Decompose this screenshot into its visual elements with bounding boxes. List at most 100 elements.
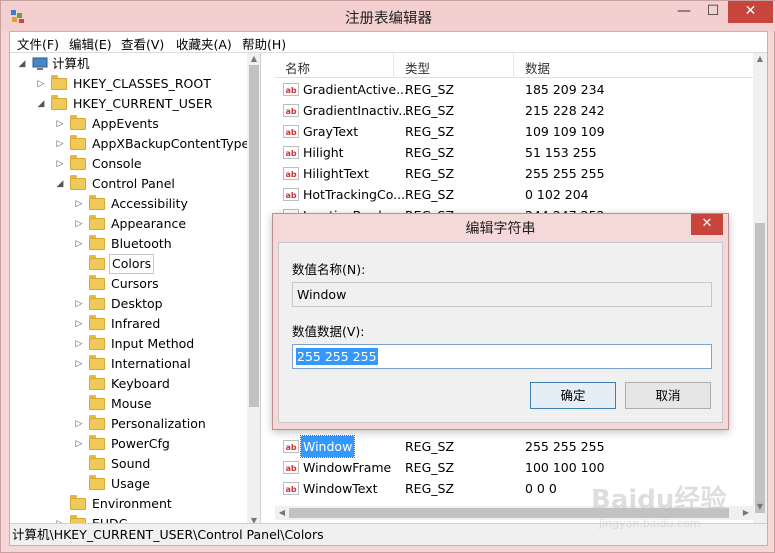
tree-label: AppXBackupContentType [92,136,250,151]
tree-label-selected: Colors [109,254,155,274]
menu-edit[interactable]: 编辑(E) [65,34,116,53]
collapsed-arrow-icon[interactable]: ▷ [73,414,85,434]
value-name: WindowFrame [303,460,392,475]
value-name: HilightText [303,166,369,181]
list-row[interactable]: ab Hilight REG_SZ 51 153 255 [275,142,753,163]
collapsed-arrow-icon[interactable]: ▷ [73,314,85,334]
value-data: 109 109 109 [525,124,605,139]
watermark-text: Baidu经验 [591,485,727,515]
list-row[interactable]: ab GradientInactiv... REG_SZ 215 228 242 [275,100,753,121]
tree-label: Control Panel [92,176,175,191]
value-type: REG_SZ [405,82,455,97]
value-data: 0 0 0 [525,481,557,496]
tree-label: Infrared [111,316,161,331]
value-data-text: 255 255 255 [296,348,378,365]
column-divider[interactable] [393,53,394,78]
tree-label: International [111,356,191,371]
string-value-icon: ab [283,83,299,96]
maximize-button[interactable]: ☐ [699,1,727,23]
collapsed-arrow-icon[interactable]: ▷ [73,214,85,234]
folder-icon [70,155,86,170]
collapsed-arrow-icon[interactable]: ▷ [54,154,66,174]
list-scroll-thumb[interactable] [755,223,765,513]
registry-tree[interactable]: ◢ 计算机 ▷ HKEY_CLASSES_ROOT ◢ HKEY_CURRENT… [10,53,261,527]
menu-view[interactable]: 查看(V) [117,34,168,53]
tree-scroll-thumb[interactable] [249,65,259,407]
value-type: REG_SZ [405,481,455,496]
folder-icon [89,455,105,470]
value-name: Window [299,435,356,458]
column-name[interactable]: 名称 [285,58,310,77]
collapsed-arrow-icon[interactable]: ▷ [73,434,85,454]
menu-file[interactable]: 文件(F) [13,34,63,53]
list-row[interactable]: ab GradientActive... REG_SZ 185 209 234 [275,79,753,100]
collapsed-arrow-icon[interactable]: ▷ [35,74,47,94]
minimize-button[interactable]: — [670,1,698,23]
close-button[interactable]: ✕ [728,1,773,23]
value-data-input[interactable]: 255 255 255 [292,344,712,369]
string-value-icon: ab [283,461,299,474]
menu-help[interactable]: 帮助(H) [238,34,290,53]
expanded-arrow-icon[interactable]: ◢ [35,94,47,114]
expanded-arrow-icon[interactable]: ◢ [16,54,28,74]
list-row-selected[interactable]: ab Window REG_SZ 255 255 255 [275,435,753,458]
folder-icon [89,335,105,350]
folder-icon [89,295,105,310]
list-row[interactable]: ab HotTrackingCo... REG_SZ 0 102 204 [275,184,753,205]
tree-label: Sound [111,456,151,471]
folder-icon [89,475,105,490]
value-type: REG_SZ [405,439,455,454]
tree-label: Bluetooth [111,236,172,251]
collapsed-arrow-icon[interactable]: ▷ [73,294,85,314]
folder-icon [51,75,67,90]
folder-icon [89,315,105,330]
dialog-body: 数值名称(N): Window 数值数据(V): 255 255 255 确定 … [278,242,723,423]
collapsed-arrow-icon[interactable]: ▷ [73,194,85,214]
value-name: HotTrackingCo... [303,187,406,202]
tree-label: Input Method [111,336,195,351]
column-type[interactable]: 类型 [405,58,430,77]
title-bar[interactable]: 注册表编辑器 — ☐ ✕ [1,1,775,31]
ok-button[interactable]: 确定 [530,382,616,409]
menu-favorites[interactable]: 收藏夹(A) [172,34,236,53]
tree-label: AppEvents [92,116,159,131]
string-value-icon: ab [283,188,299,201]
folder-icon [70,495,86,510]
folder-icon [89,235,105,250]
list-header: 名称 类型 数据 [275,53,753,78]
list-row[interactable]: ab GrayText REG_SZ 109 109 109 [275,121,753,142]
column-divider[interactable] [513,53,514,78]
folder-icon [89,275,105,290]
cancel-button[interactable]: 取消 [625,382,711,409]
scroll-up-icon[interactable]: ▲ [247,53,260,65]
string-value-icon: ab [283,440,299,453]
tree-vertical-scrollbar[interactable]: ▲ ▼ [247,53,260,527]
dialog-close-button[interactable]: ✕ [691,214,723,235]
value-type: REG_SZ [405,124,455,139]
tree-label: HKEY_CLASSES_ROOT [73,76,211,91]
collapsed-arrow-icon[interactable]: ▷ [73,354,85,374]
column-data[interactable]: 数据 [525,58,550,77]
value-data-label: 数值数据(V): [292,324,365,339]
list-vertical-scrollbar[interactable]: ▲ ▼ [753,53,767,527]
scroll-up-icon[interactable]: ▲ [753,53,767,65]
scroll-left-icon[interactable]: ◀ [275,507,289,519]
value-data: 0 102 204 [525,187,589,202]
menu-bar: 文件(F) 编辑(E) 查看(V) 收藏夹(A) 帮助(H) [10,32,767,53]
collapsed-arrow-icon[interactable]: ▷ [54,134,66,154]
collapsed-arrow-icon[interactable]: ▷ [54,114,66,134]
tree-label: Keyboard [111,376,170,391]
folder-icon [89,255,105,270]
folder-icon [89,375,105,390]
value-name: GradientActive... [303,82,408,97]
tree-label: Accessibility [111,196,188,211]
dialog-title: 编辑字符串 [465,221,536,237]
list-row[interactable]: ab HilightText REG_SZ 255 255 255 [275,163,753,184]
tree-label: 计算机 [52,56,90,71]
collapsed-arrow-icon[interactable]: ▷ [73,234,85,254]
collapsed-arrow-icon[interactable]: ▷ [73,334,85,354]
expanded-arrow-icon[interactable]: ◢ [54,174,66,194]
tree-label: HKEY_CURRENT_USER [73,96,213,111]
value-name-field[interactable]: Window [292,282,712,307]
value-name-label: 数值名称(N): [292,262,366,277]
